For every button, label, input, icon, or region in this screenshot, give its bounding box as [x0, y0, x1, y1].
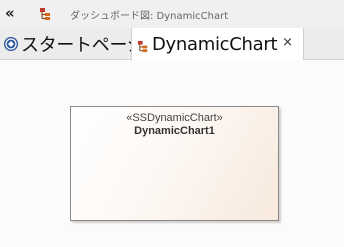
breadcrumb: ダッシュボード図: DynamicChart — [70, 11, 229, 22]
diagram-canvas[interactable]: «SSDynamicChart» DynamicChart1 — [0, 60, 344, 247]
diagram-tree-icon — [39, 6, 53, 20]
tab-dynamic-chart[interactable]: DynamicChart × — [131, 28, 304, 60]
diagram-toolbar: « ダッシュボード図: DynamicChart — [0, 0, 344, 29]
element-name: DynamicChart1 — [134, 125, 215, 137]
collapse-icon[interactable]: « — [5, 4, 19, 22]
diagram-element[interactable]: «SSDynamicChart» DynamicChart1 — [70, 106, 279, 221]
start-page-icon — [3, 36, 19, 52]
tab-label: DynamicChart — [152, 33, 278, 55]
close-icon[interactable]: × — [282, 35, 293, 50]
document-tabstrip: スタートページ DynamicChart × — [0, 28, 344, 60]
tab-label: スタートページ — [21, 34, 145, 56]
element-stereotype: «SSDynamicChart» — [126, 112, 223, 124]
diagram-tree-icon — [137, 38, 150, 52]
tab-start-page[interactable]: スタートページ — [0, 28, 145, 59]
